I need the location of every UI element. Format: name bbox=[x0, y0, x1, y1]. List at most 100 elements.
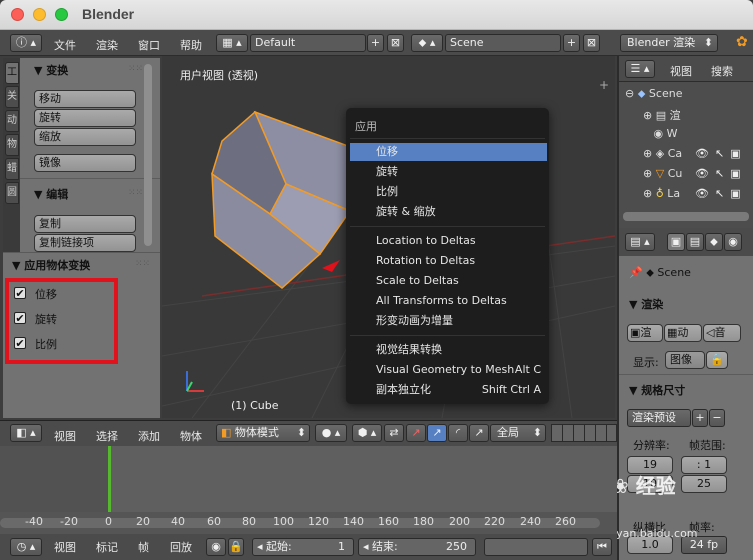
lock-frame-button[interactable]: 🔒 bbox=[228, 538, 244, 556]
lock-interface-button[interactable]: 🔒 bbox=[706, 351, 728, 369]
timeline-menu-frame[interactable]: 帧 bbox=[138, 539, 149, 555]
add-layout-button[interactable]: + bbox=[367, 34, 384, 52]
maximize-window-button[interactable] bbox=[55, 8, 68, 21]
render-layers-tab-button[interactable]: ▤ bbox=[686, 233, 704, 251]
apply-transform-header[interactable]: ▼ 应用物体变换 bbox=[12, 257, 90, 273]
render-tab-button[interactable]: ▣ bbox=[667, 233, 685, 251]
scene-selector[interactable]: ⬥ ▴ bbox=[411, 34, 443, 52]
menu-item-scale[interactable]: 比例 bbox=[376, 183, 398, 201]
transform-panel-header[interactable]: ▼ 变换 bbox=[34, 62, 68, 78]
outliner-item-world[interactable]: ◉ W bbox=[643, 127, 678, 140]
cursor-icon[interactable]: ↖ bbox=[715, 187, 730, 200]
outliner-item-lamp[interactable]: ⊕ ♁ La bbox=[643, 187, 680, 200]
view3d-menu-select[interactable]: 选择 bbox=[96, 428, 118, 444]
edit-panel-header[interactable]: ▼ 编辑 bbox=[34, 186, 68, 202]
render-icon[interactable]: ▣ bbox=[730, 147, 746, 160]
render-presets-dropdown[interactable]: 渲染预设 bbox=[627, 409, 691, 427]
expand-icon[interactable]: ⊕ bbox=[643, 187, 652, 200]
manipulator-toggle[interactable]: ⇄ bbox=[384, 424, 404, 442]
toolshelf-scrollbar[interactable] bbox=[144, 64, 152, 246]
menu-item-rotation-scale[interactable]: 旋转 & 缩放 bbox=[376, 203, 436, 221]
tab-grease-pencil[interactable]: 蜡 bbox=[5, 158, 19, 180]
menu-item-animated-transforms-to-deltas[interactable]: 形变动画为增量 bbox=[376, 312, 453, 330]
timeline-menu-marker[interactable]: 标记 bbox=[96, 539, 118, 555]
menu-item-location-to-deltas[interactable]: Location to Deltas bbox=[376, 232, 476, 250]
delete-layout-button[interactable]: ⊠ bbox=[387, 34, 404, 52]
outliner-item-scene[interactable]: ⊖ ⬥ Scene bbox=[625, 87, 682, 101]
tab-tools[interactable]: 工 bbox=[5, 62, 19, 84]
eye-icon[interactable]: 👁 bbox=[695, 187, 715, 200]
frame-end-field[interactable]: 25 bbox=[681, 475, 727, 493]
timeline-menu-view[interactable]: 视图 bbox=[54, 539, 76, 555]
outliner-item-render-layers[interactable]: ⊕ ▤ 渲 bbox=[643, 107, 681, 123]
cursor-icon[interactable]: ↖ bbox=[715, 147, 730, 160]
view3d-menu-object[interactable]: 物体 bbox=[180, 428, 202, 444]
screen-layout-selector[interactable]: ▦ ▴ bbox=[216, 34, 248, 52]
render-image-button[interactable]: ▣渲 bbox=[627, 324, 663, 342]
close-window-button[interactable] bbox=[11, 8, 24, 21]
frame-start-field[interactable]: : 1 bbox=[681, 456, 727, 474]
tab-relations[interactable]: 关 bbox=[5, 86, 19, 108]
render-icon[interactable]: ▣ bbox=[730, 187, 746, 200]
eye-icon[interactable]: 👁 bbox=[695, 147, 715, 160]
menu-item-visual-geometry-to-mesh[interactable]: Visual Geometry to Mesh bbox=[376, 361, 514, 379]
menu-item-make-single-user[interactable]: 副本独立化 bbox=[376, 381, 431, 399]
interaction-mode-dropdown[interactable]: ◧ 物体模式 ⬍ bbox=[216, 424, 310, 442]
properties-editor-type-button[interactable]: ▤ ▴ bbox=[625, 233, 655, 251]
display-mode-dropdown[interactable]: 图像 bbox=[665, 351, 705, 369]
start-frame-field[interactable]: ◂ 起始: 1 bbox=[252, 538, 354, 556]
cube-object[interactable] bbox=[211, 110, 352, 289]
menu-file[interactable]: 文件 bbox=[54, 37, 76, 53]
menu-item-rotation[interactable]: 旋转 bbox=[376, 163, 398, 181]
mirror-button[interactable]: 镜像 bbox=[34, 154, 136, 172]
end-frame-field[interactable]: ◂ 结束: 250 bbox=[358, 538, 476, 556]
duplicate-linked-button[interactable]: 复制链接项 bbox=[34, 234, 136, 252]
scene-field[interactable]: Scene bbox=[445, 34, 561, 52]
editor-type-button[interactable]: ⓘ ▴ bbox=[10, 34, 42, 52]
chevron-left-icon[interactable]: ◂ bbox=[257, 540, 263, 553]
tab-create[interactable]: 圆 bbox=[5, 182, 19, 204]
transform-orientation-icon-button[interactable]: ↗ bbox=[469, 424, 489, 442]
outliner-item-camera[interactable]: ⊕ ◈ Ca bbox=[643, 147, 682, 160]
view3d-menu-view[interactable]: 视图 bbox=[54, 428, 76, 444]
expand-icon[interactable]: ⊕ bbox=[643, 109, 652, 122]
remove-preset-button[interactable]: − bbox=[709, 409, 725, 427]
manipulator-arrow-icon[interactable] bbox=[322, 260, 340, 272]
menu-item-all-transforms-to-deltas[interactable]: All Transforms to Deltas bbox=[376, 292, 507, 310]
scale-manipulator-button[interactable]: ◜ bbox=[448, 424, 468, 442]
view3d-menu-add[interactable]: 添加 bbox=[138, 428, 160, 444]
screen-layout-field[interactable]: Default bbox=[250, 34, 366, 52]
add-scene-button[interactable]: + bbox=[563, 34, 580, 52]
pin-icon[interactable]: 📌 bbox=[629, 266, 643, 279]
timeline-editor-type-button[interactable]: ◷ ▴ bbox=[10, 538, 42, 556]
outliner-scrollbar[interactable] bbox=[623, 212, 749, 221]
current-frame-cursor[interactable] bbox=[108, 446, 111, 512]
expand-icon[interactable]: ⊕ bbox=[643, 167, 652, 180]
tab-animation[interactable]: 动 bbox=[5, 110, 19, 132]
jump-to-start-button[interactable]: ⏮ bbox=[592, 538, 612, 556]
render-icon[interactable]: ▣ bbox=[730, 167, 746, 180]
eye-icon[interactable]: 👁 bbox=[695, 167, 715, 180]
layer-buttons[interactable] bbox=[551, 424, 617, 442]
translate-manipulator-button[interactable]: ↗ bbox=[406, 424, 426, 442]
outliner-menu-view[interactable]: 视图 bbox=[670, 63, 692, 79]
scale-button[interactable]: 缩放 bbox=[34, 128, 136, 146]
drag-handle-icon[interactable]: ⁙⁙ bbox=[128, 64, 143, 74]
menu-item-location[interactable]: 位移 bbox=[376, 143, 398, 161]
viewport-editor-type-button[interactable]: ◧ ▴ bbox=[10, 424, 42, 442]
auto-keying-button[interactable]: ◉ bbox=[206, 538, 226, 556]
menu-item-rotation-to-deltas[interactable]: Rotation to Deltas bbox=[376, 252, 475, 270]
render-audio-button[interactable]: ◁音 bbox=[703, 324, 741, 342]
outliner-item-cube[interactable]: ⊕ ▽ Cu bbox=[643, 167, 682, 180]
rotate-button[interactable]: 旋转 bbox=[34, 109, 136, 127]
tab-physics[interactable]: 物 bbox=[5, 134, 19, 156]
outliner-menu-search[interactable]: 搜索 bbox=[711, 63, 733, 79]
drag-handle-icon[interactable]: ⁙⁙ bbox=[128, 188, 143, 198]
rotate-manipulator-button[interactable]: ↗ bbox=[427, 424, 447, 442]
outliner-editor-type-button[interactable]: ☰ ▴ bbox=[625, 60, 655, 78]
render-animation-button[interactable]: ▦动 bbox=[664, 324, 702, 342]
delete-scene-button[interactable]: ⊠ bbox=[583, 34, 600, 52]
collapse-icon[interactable]: ⊖ bbox=[625, 87, 634, 100]
expand-icon[interactable]: ⊕ bbox=[643, 147, 652, 160]
current-frame-field[interactable] bbox=[484, 538, 588, 556]
